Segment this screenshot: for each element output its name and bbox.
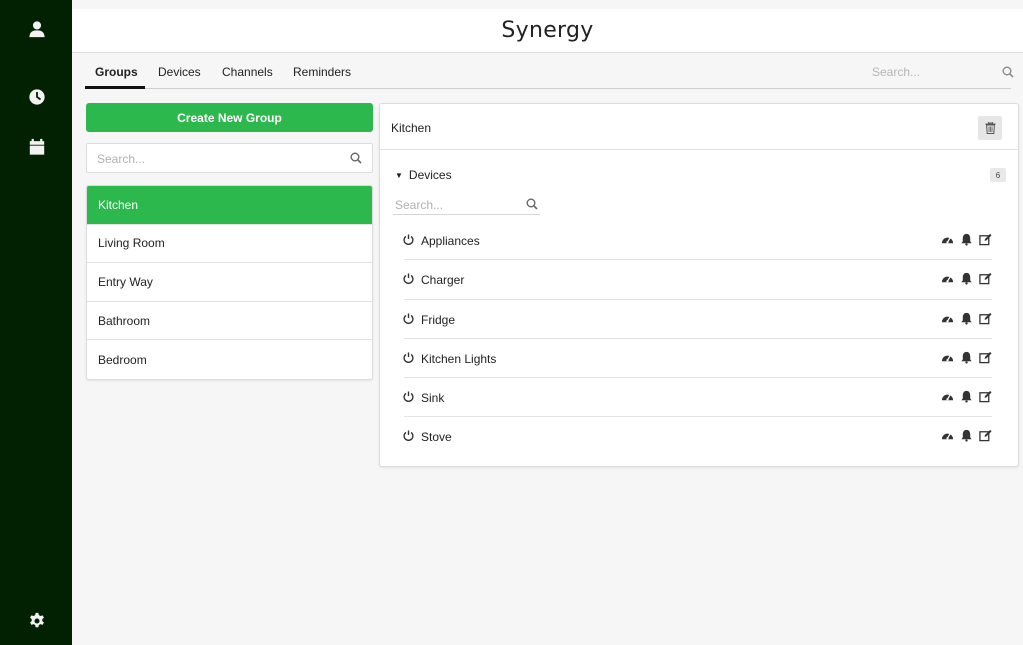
bell-icon[interactable]: [960, 233, 973, 246]
dashboard-icon[interactable]: [941, 351, 954, 364]
group-search-placeholder: Search...: [97, 152, 146, 166]
device-row[interactable]: Stove: [403, 417, 992, 456]
device-row[interactable]: Sink: [403, 378, 992, 418]
tab-reminders[interactable]: Reminders: [293, 65, 351, 79]
dashboard-icon[interactable]: [941, 312, 954, 325]
group-item-living-room[interactable]: Living Room: [87, 225, 372, 264]
devices-count-badge: 6: [990, 168, 1006, 182]
user-icon[interactable]: [26, 18, 48, 40]
devices-section-label: Devices: [408, 168, 452, 182]
device-list: Appliances Charger Fridge Kitchen Lights…: [403, 221, 992, 457]
app-title: Synergy: [501, 18, 594, 43]
group-item-kitchen[interactable]: Kitchen: [87, 186, 372, 225]
bell-icon[interactable]: [960, 272, 973, 285]
create-group-button[interactable]: Create New Group: [86, 103, 373, 132]
caret-down-icon: ▼: [395, 170, 403, 180]
group-search-input[interactable]: Search...: [86, 143, 373, 173]
tab-devices[interactable]: Devices: [158, 65, 201, 79]
power-icon[interactable]: [403, 313, 414, 324]
trash-icon: [985, 122, 995, 134]
edit-icon[interactable]: [979, 312, 992, 325]
calendar-icon[interactable]: [26, 136, 48, 158]
tab-channels[interactable]: Channels: [222, 65, 273, 79]
bell-icon[interactable]: [960, 312, 973, 325]
device-name: Sink: [421, 391, 445, 406]
device-actions: [941, 272, 992, 285]
dashboard-icon[interactable]: [941, 390, 954, 403]
device-row[interactable]: Kitchen Lights: [403, 339, 992, 379]
sidebar: [0, 0, 72, 645]
group-item-bathroom[interactable]: Bathroom: [87, 302, 372, 341]
search-icon: [526, 198, 538, 210]
device-row[interactable]: Fridge: [403, 300, 992, 339]
clock-icon[interactable]: [26, 86, 48, 108]
device-actions: [941, 390, 992, 403]
gear-icon[interactable]: [26, 610, 48, 632]
edit-icon[interactable]: [979, 390, 992, 403]
power-icon[interactable]: [403, 352, 414, 363]
search-icon: [350, 152, 362, 164]
device-row[interactable]: Charger: [403, 260, 992, 300]
device-actions: [941, 429, 992, 443]
device-name: Fridge: [421, 312, 456, 327]
group-item-bedroom[interactable]: Bedroom: [87, 340, 372, 379]
device-name: Appliances: [421, 234, 480, 248]
edit-icon[interactable]: [979, 233, 992, 246]
bell-icon[interactable]: [960, 390, 973, 403]
power-icon[interactable]: [403, 430, 414, 442]
group-list: Kitchen Living Room Entry Way Bathroom B…: [86, 185, 373, 380]
edit-icon[interactable]: [979, 272, 992, 285]
device-search-input[interactable]: Search...: [393, 194, 540, 215]
app-header: Synergy: [72, 9, 1023, 53]
top-search-placeholder: Search...: [872, 65, 921, 79]
bell-icon[interactable]: [960, 429, 973, 443]
devices-section-toggle[interactable]: ▼ Devices: [395, 168, 452, 182]
tabs-divider: [85, 88, 1011, 89]
active-tab-indicator: [85, 86, 145, 89]
device-actions: [941, 312, 992, 325]
edit-icon[interactable]: [979, 429, 992, 442]
group-item-entry-way[interactable]: Entry Way: [87, 263, 372, 302]
group-detail-panel: Kitchen ▼ Devices 6 Search... Appliances…: [379, 103, 1019, 467]
device-name: Stove: [421, 430, 452, 445]
bell-icon[interactable]: [960, 351, 973, 364]
dashboard-icon[interactable]: [941, 233, 954, 246]
edit-icon[interactable]: [979, 351, 992, 364]
power-icon[interactable]: [403, 234, 414, 245]
dashboard-icon[interactable]: [941, 272, 954, 285]
device-name: Charger: [421, 273, 465, 288]
dashboard-icon[interactable]: [941, 429, 954, 442]
tabs-bar: Groups Devices Channels Reminders Search…: [72, 53, 1023, 89]
delete-group-button[interactable]: [978, 116, 1002, 140]
device-search-placeholder: Search...: [395, 198, 444, 212]
power-icon[interactable]: [403, 273, 414, 285]
top-search-input[interactable]: Search...: [872, 64, 1016, 82]
device-row[interactable]: Appliances: [403, 221, 992, 261]
search-icon: [1002, 66, 1014, 78]
power-icon[interactable]: [403, 391, 414, 403]
group-detail-title: Kitchen: [391, 121, 432, 135]
device-actions: [941, 233, 992, 246]
group-detail-header: Kitchen: [380, 104, 1018, 150]
device-name: Kitchen Lights: [421, 351, 497, 366]
tab-groups[interactable]: Groups: [95, 65, 138, 79]
device-actions: [941, 351, 992, 364]
